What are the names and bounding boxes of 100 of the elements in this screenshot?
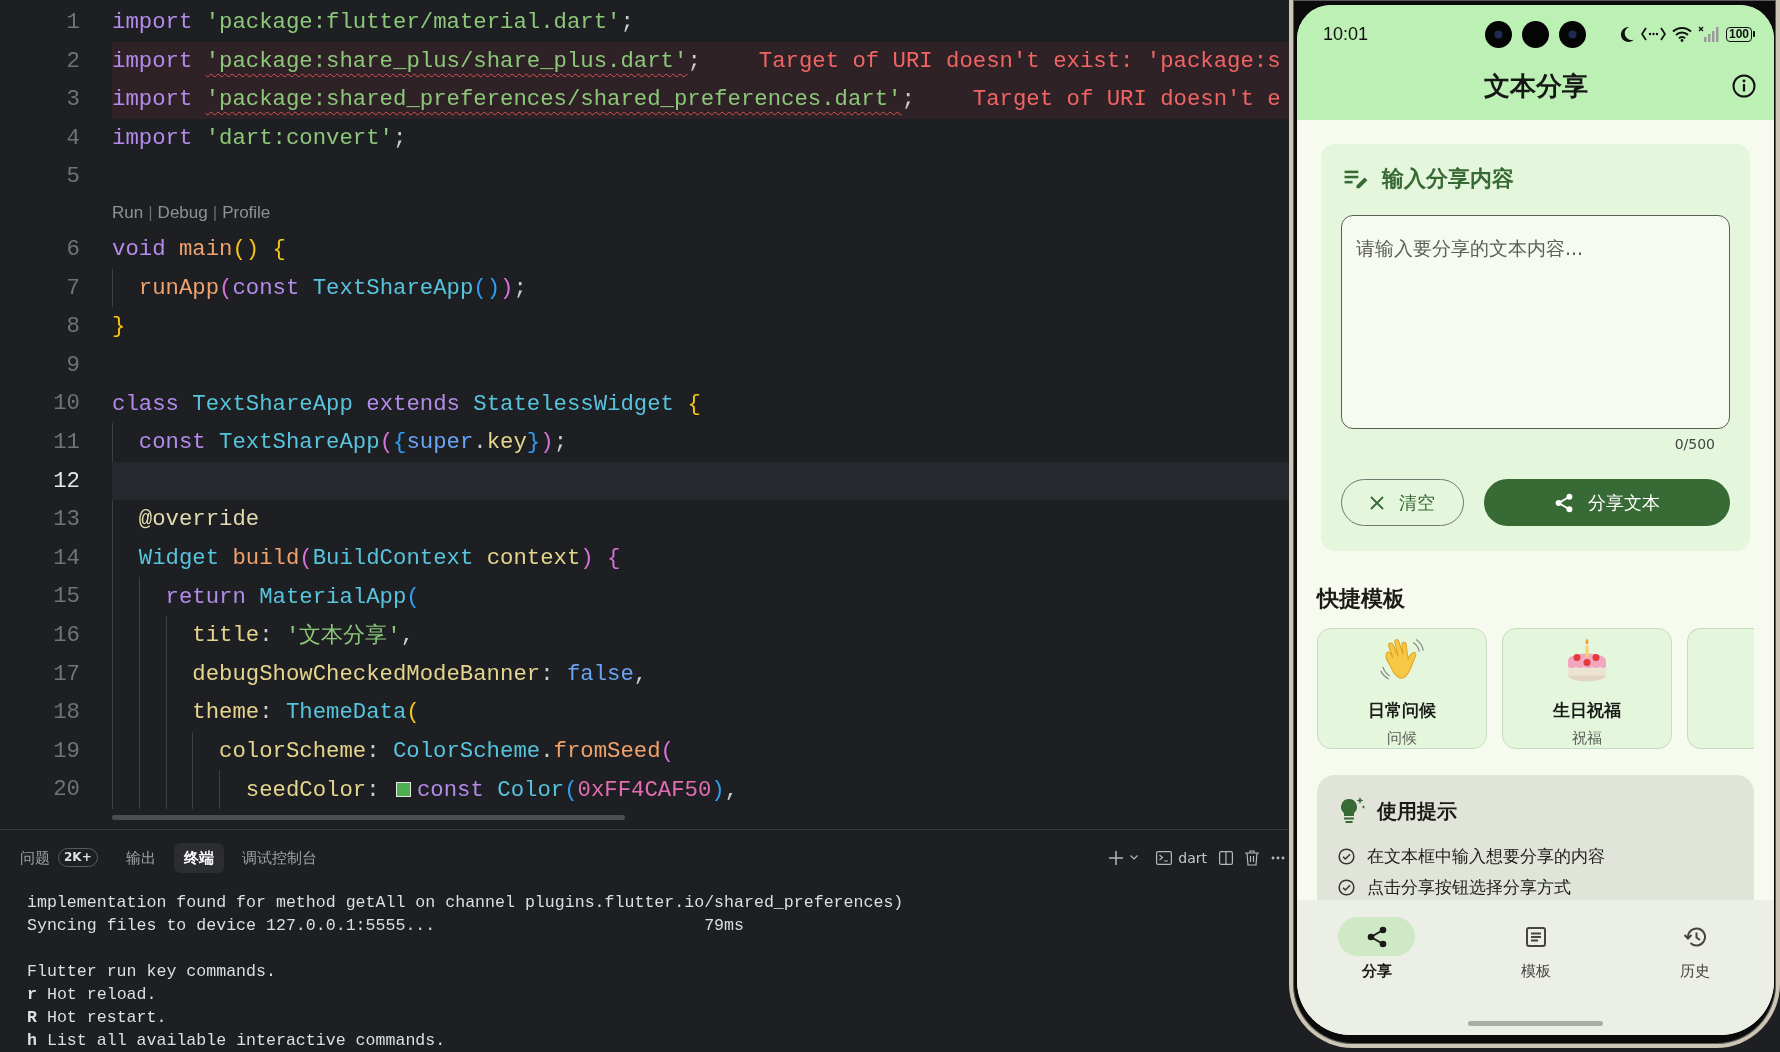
line-number: 2 [65, 46, 81, 76]
terminal-icon [1156, 850, 1173, 865]
share-icon [1366, 925, 1387, 948]
document-icon [1524, 925, 1547, 948]
line-number: 20 [52, 775, 81, 805]
code-text: debugShowCheckedModeBanner: false, [192, 659, 648, 689]
battery-indicator: 100 [1725, 26, 1755, 42]
waving-hand-icon [1380, 638, 1424, 682]
camera-icon [1559, 21, 1586, 48]
template-subtitle: 问候 [1387, 729, 1417, 747]
tips-title: 使用提示 [1377, 798, 1457, 823]
check-circle-icon [1338, 878, 1355, 896]
terminal-line: implementation found for method getAll on channel plugins.flutter.io/shared_preferences) [27, 892, 904, 914]
tip-text: 在文本框中输入想要分享的内容 [1367, 845, 1605, 867]
terminal-line: r Hot reload. [27, 984, 157, 1006]
error-message: Target of URI doesn't exist: 'package:s [758, 47, 1281, 74]
lightbulb-icon [1338, 797, 1366, 824]
line-number: 8 [65, 312, 81, 342]
plus-icon[interactable] [1109, 850, 1124, 865]
share-icon [1554, 492, 1573, 513]
panel-tab[interactable]: 输出 [115, 842, 166, 873]
panel-tab[interactable]: 问题 2K+ [10, 842, 108, 873]
line-number: 16 [52, 620, 81, 650]
nav-item[interactable]: 模板 [1497, 917, 1574, 981]
code-text: return MaterialApp( [165, 582, 420, 612]
line-number: 3 [65, 85, 81, 115]
code-text: class TextShareApp extends StatelessWidget { [112, 389, 701, 419]
text-input[interactable]: 请输入要分享的文本内容... [1341, 215, 1730, 429]
line-number: 15 [52, 582, 81, 612]
line-number: 9 [65, 350, 81, 380]
code-text: import 'package:shared_preferences/shared_preferences.dart'; [112, 85, 915, 115]
codelens-link[interactable]: Debug [157, 202, 208, 223]
code-text: theme: ThemeData( [192, 698, 420, 728]
split-panel-icon[interactable] [1219, 850, 1233, 865]
template-card[interactable]: 日常问候 问候 [1317, 628, 1487, 749]
line-number: 6 [65, 234, 81, 264]
cake-icon [1565, 638, 1609, 682]
code-text: const Color(0xFF4CAF50), [416, 775, 739, 805]
terminal-button[interactable]: dart [1156, 849, 1207, 866]
code-text: void main() { [112, 235, 286, 265]
horizontal-scrollbar[interactable] [112, 815, 625, 820]
template-card[interactable]: 生日祝福 祝福 [1502, 628, 1672, 749]
share-text-button[interactable]: 分享文本 [1484, 479, 1730, 526]
code-text: seedColor: [245, 775, 381, 805]
color-swatch-icon[interactable] [395, 782, 411, 798]
camera-icon [1485, 21, 1512, 48]
more-icon[interactable] [1271, 855, 1285, 860]
nav-item[interactable]: 历史 [1656, 917, 1733, 981]
code-text: runApp(const TextShareApp()); [138, 273, 527, 303]
tip-text: 点击分享按钮选择分享方式 [1367, 876, 1571, 898]
chevron-down-icon[interactable] [1130, 855, 1139, 860]
code-text: const TextShareApp({super.key}); [138, 428, 568, 458]
terminal-line: Flutter run key commands. [27, 961, 276, 983]
check-circle-icon [1338, 847, 1355, 865]
line-number: 4 [65, 123, 81, 153]
char-counter: 0/500 [1674, 435, 1715, 453]
panel-tab[interactable]: 调试控制台 [231, 842, 327, 873]
terminal-line: R Hot restart. [27, 1007, 167, 1029]
code-text: Widget build(BuildContext context) { [138, 544, 621, 573]
line-number: 17 [52, 659, 81, 689]
line-number: 19 [52, 736, 81, 766]
template-title: 生日祝福 [1553, 699, 1621, 721]
lines-pencil-icon [1344, 169, 1368, 189]
code-text: import 'package:flutter/material.dart'; [112, 8, 634, 38]
terminal-line: Syncing files to device 127.0.0.1:5555... 79ms [27, 915, 744, 937]
close-icon [1370, 495, 1384, 510]
code-text: title: '文本分享', [192, 621, 415, 652]
codelens-link[interactable]: Run [112, 202, 144, 223]
trash-icon[interactable] [1245, 849, 1259, 866]
error-message: Target of URI doesn't e [972, 86, 1281, 113]
template-subtitle: 祝福 [1572, 729, 1602, 747]
camera-icon [1522, 21, 1549, 48]
line-number: 12 [52, 466, 81, 496]
panel-tab[interactable]: 终端 [173, 842, 224, 873]
brackets-icon [1640, 27, 1666, 41]
line-number: 7 [65, 273, 81, 303]
line-number: 1 [65, 8, 81, 37]
code-text: import 'dart:convert'; [112, 124, 407, 154]
code-text: } [112, 312, 126, 342]
wifi-icon [1671, 26, 1692, 42]
line-number: 18 [52, 698, 81, 728]
status-time: 10:01 [1323, 23, 1369, 45]
history-icon [1682, 925, 1707, 948]
signal-icon [1697, 26, 1720, 42]
app-title: 文本分享 [1483, 70, 1588, 102]
code-text: import 'package:share_plus/share_plus.dart'; [112, 46, 701, 76]
codelens-separator: | [148, 202, 153, 223]
codelens-separator: | [212, 202, 218, 223]
card-title: 输入分享内容 [1382, 168, 1514, 190]
moon-icon [1618, 26, 1635, 42]
line-number: 10 [52, 389, 81, 419]
line-number: 11 [52, 427, 81, 457]
line-number: 5 [65, 162, 81, 192]
codelens-link[interactable]: Profile [222, 202, 271, 223]
line-number: 14 [52, 543, 81, 573]
section-heading: 快捷模板 [1317, 585, 1405, 613]
info-icon[interactable] [1732, 74, 1756, 98]
code-text: @override [138, 505, 260, 535]
terminal-line: h List all available interactive commands. [27, 1030, 446, 1052]
template-title: 日常问候 [1368, 699, 1436, 721]
